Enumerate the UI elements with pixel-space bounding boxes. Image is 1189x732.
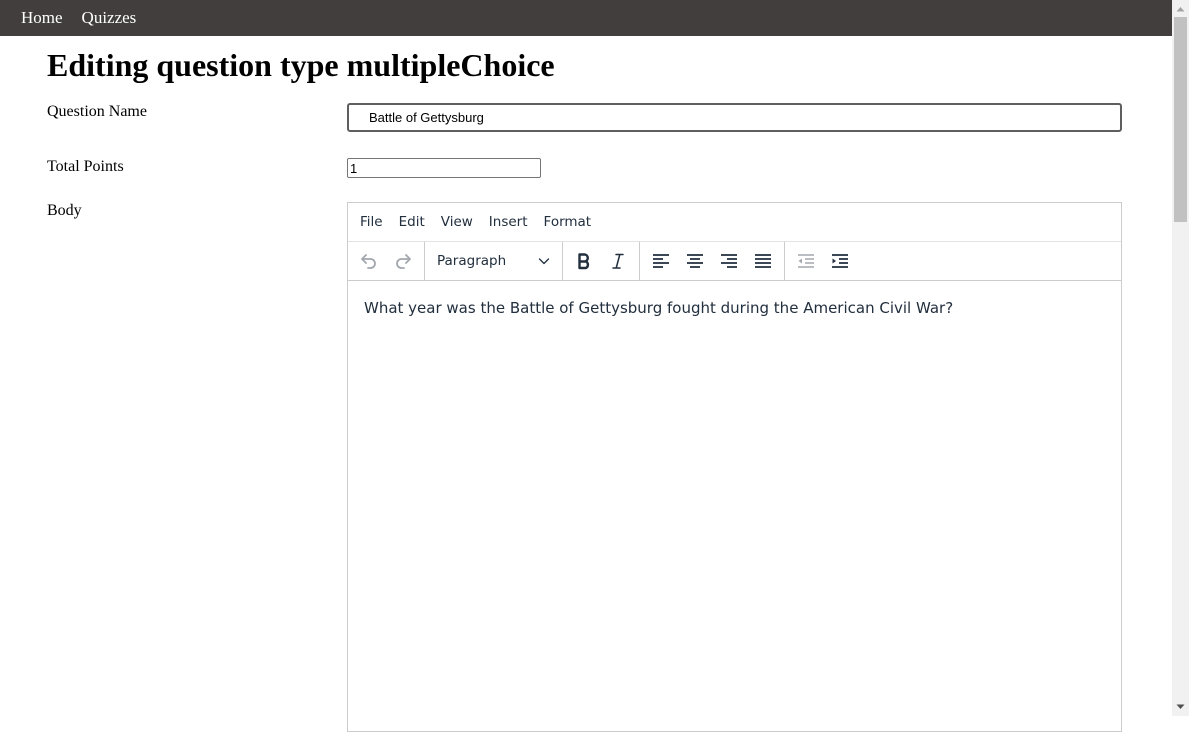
menu-edit[interactable]: Edit [391, 214, 433, 230]
body-label: Body [47, 202, 82, 219]
editor-toolbar: Paragraph [348, 242, 1121, 281]
align-center-button[interactable] [678, 244, 712, 278]
editor-menubar: File Edit View Insert Format [348, 203, 1121, 242]
align-justify-button[interactable] [746, 244, 780, 278]
indent-button[interactable] [823, 244, 857, 278]
bold-icon [578, 253, 590, 270]
align-right-icon [721, 254, 737, 268]
italic-icon [612, 253, 624, 269]
undo-icon [361, 254, 376, 269]
align-left-icon [653, 254, 669, 268]
italic-button[interactable] [601, 244, 635, 278]
menu-view[interactable]: View [433, 214, 481, 230]
block-format-select[interactable]: Paragraph [429, 244, 558, 278]
page-scrollbar[interactable] [1172, 0, 1189, 716]
redo-button[interactable] [386, 244, 420, 278]
scroll-down-icon[interactable] [1176, 704, 1185, 710]
nav-home-link[interactable]: Home [21, 0, 63, 36]
align-justify-icon [755, 254, 771, 268]
top-navbar: Home Quizzes [0, 0, 1172, 36]
undo-button[interactable] [352, 244, 386, 278]
total-points-input[interactable] [347, 158, 541, 178]
bold-button[interactable] [567, 244, 601, 278]
outdent-button[interactable] [789, 244, 823, 278]
question-name-input[interactable] [347, 103, 1122, 132]
editor-paragraph: What year was the Battle of Gettysburg f… [364, 299, 954, 317]
align-right-button[interactable] [712, 244, 746, 278]
indent-icon [832, 254, 848, 268]
nav-quizzes-link[interactable]: Quizzes [82, 0, 137, 36]
block-format-label: Paragraph [437, 253, 507, 269]
outdent-icon [798, 254, 814, 268]
chevron-down-icon [538, 258, 550, 265]
menu-format[interactable]: Format [536, 214, 600, 230]
alignment-group [640, 242, 785, 280]
scroll-up-icon[interactable] [1176, 6, 1185, 12]
menu-file[interactable]: File [352, 214, 391, 230]
block-format-group: Paragraph [425, 242, 563, 280]
history-group [348, 242, 425, 280]
total-points-label: Total Points [47, 158, 124, 175]
indent-group [785, 242, 861, 280]
text-style-group [563, 242, 640, 280]
align-center-icon [687, 254, 703, 268]
question-name-label: Question Name [47, 103, 147, 120]
page-title: Editing question type multipleChoice [47, 47, 555, 83]
rich-text-editor: File Edit View Insert Format Paragraph W… [347, 202, 1122, 732]
redo-icon [396, 254, 411, 269]
align-left-button[interactable] [644, 244, 678, 278]
menu-insert[interactable]: Insert [481, 214, 536, 230]
scrollbar-thumb[interactable] [1174, 17, 1187, 222]
editor-content-area[interactable]: What year was the Battle of Gettysburg f… [348, 281, 1121, 335]
